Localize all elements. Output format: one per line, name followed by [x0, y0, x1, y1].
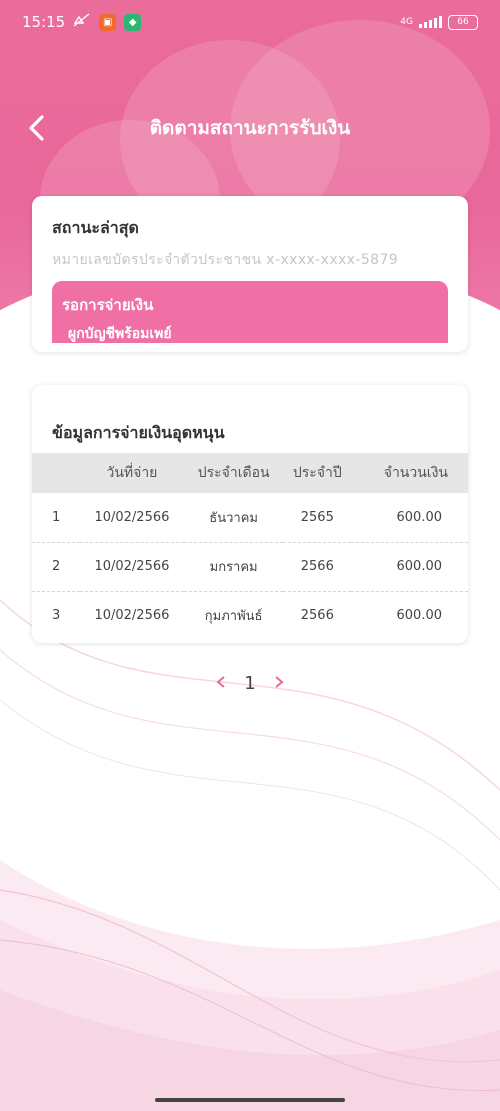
- column-header-month: ประจำเดือน: [197, 465, 270, 481]
- column-header-date: วันที่จ่าย: [106, 465, 158, 481]
- row-date: 10/02/2566: [94, 509, 170, 525]
- back-button[interactable]: [18, 110, 54, 146]
- row-number: 1: [52, 509, 61, 525]
- table-row: 2 10/02/2566 มกราคม 2566 600.00: [32, 541, 468, 591]
- payment-info-card: ข้อมูลการจ่ายเงินอุดหนุน วันที่จ่าย ประจ…: [32, 385, 468, 643]
- app-header: ติดตามสถานะการรับเงิน: [0, 100, 500, 156]
- mute-icon: [73, 13, 91, 31]
- row-date: 10/02/2566: [80, 541, 184, 591]
- chevron-left-icon: [216, 675, 225, 688]
- battery-icon: 66: [448, 14, 478, 30]
- status-pill-sub: ผูกบัญชีพร้อมเพย์: [68, 326, 172, 342]
- pagination: 1: [0, 668, 500, 698]
- row-amount: 600.00: [396, 509, 443, 525]
- row-month: กุมภาพันธ์: [183, 590, 284, 640]
- next-page-button[interactable]: [274, 673, 284, 694]
- column-header-year: ประจำปี: [292, 465, 342, 481]
- status-pill: รอการจ่ายเงิน ผูกบัญชีพร้อมเพย์: [52, 281, 448, 343]
- status-time: 15:15: [22, 13, 66, 31]
- signal-icon: [419, 16, 442, 28]
- shopee-app-icon: ▣: [99, 13, 117, 31]
- row-number: 2: [32, 541, 80, 591]
- row-year: 2565: [300, 509, 334, 525]
- row-number: 3: [32, 590, 80, 640]
- payment-info-title: ข้อมูลการจ่ายเงินอุดหนุน: [52, 423, 225, 442]
- shield-app-icon: ◆: [124, 13, 142, 31]
- row-date: 10/02/2566: [80, 590, 184, 640]
- table-row: 3 10/02/2566 กุมภาพันธ์ 2566 600.00: [32, 590, 468, 640]
- table-header-row: วันที่จ่าย ประจำเดือน ประจำปี จำนวนเงิน: [32, 453, 468, 493]
- status-card: สถานะล่าสุด หมายเลขบัตรประจำตัวประชาชน x…: [32, 196, 468, 352]
- row-amount: 600.00: [351, 541, 468, 591]
- prev-page-button[interactable]: [216, 673, 226, 694]
- citizen-id-line: หมายเลขบัตรประจำตัวประชาชน x-xxxx-xxxx-5…: [52, 252, 399, 268]
- row-amount: 600.00: [351, 590, 468, 640]
- network-type: 4G: [400, 17, 413, 27]
- status-card-title: สถานะล่าสุด: [52, 218, 139, 237]
- row-month: ธันวาคม: [209, 510, 258, 526]
- status-pill-main: รอการจ่ายเงิน: [62, 296, 154, 314]
- page-title: ติดตามสถานะการรับเงิน: [149, 117, 351, 139]
- battery-level: 66: [457, 17, 469, 27]
- table-row: 1 10/02/2566 ธันวาคม 2565 600.00: [32, 493, 468, 542]
- payment-table: วันที่จ่าย ประจำเดือน ประจำปี จำนวนเงิน …: [32, 453, 468, 640]
- row-year: 2566: [283, 590, 352, 640]
- current-page[interactable]: 1: [244, 673, 255, 694]
- status-bar: 15:15 ▣ ◆ 4G 66: [0, 0, 500, 44]
- row-month: มกราคม: [183, 541, 284, 591]
- column-header-amount: จำนวนเงิน: [383, 465, 448, 481]
- chevron-right-icon: [275, 675, 284, 688]
- home-indicator[interactable]: [155, 1098, 345, 1102]
- column-header: [32, 453, 80, 493]
- chevron-left-icon: [29, 115, 44, 141]
- row-year: 2566: [283, 541, 352, 591]
